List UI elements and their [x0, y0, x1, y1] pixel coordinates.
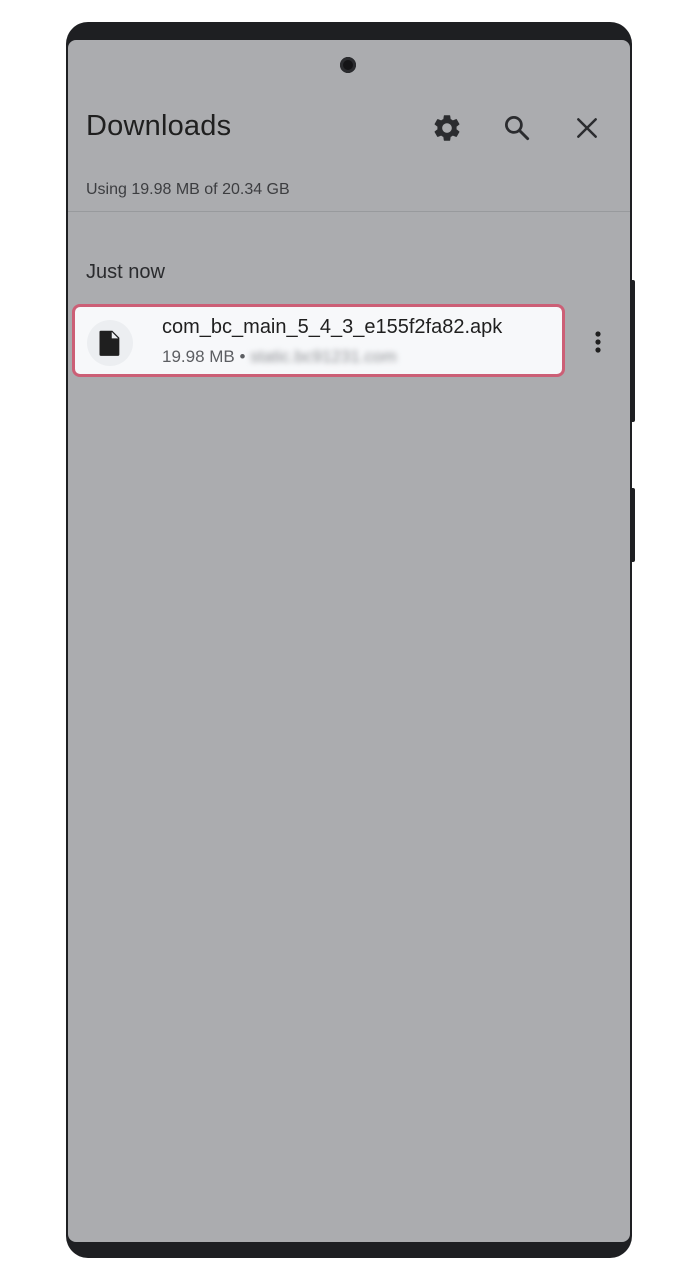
settings-button[interactable]	[429, 110, 465, 146]
file-meta: 19.98 MB • static.bc91231.com	[162, 347, 397, 367]
storage-usage-text: Using 19.98 MB of 20.34 GB	[86, 181, 290, 198]
section-label-just-now: Just now	[86, 261, 165, 283]
more-vert-icon	[595, 331, 601, 353]
phone-side-button-power	[630, 488, 635, 562]
file-name: com_bc_main_5_4_3_e155f2fa82.apk	[162, 316, 503, 338]
download-item[interactable]: com_bc_main_5_4_3_e155f2fa82.apk 19.98 M…	[72, 304, 565, 377]
header-divider	[68, 211, 630, 212]
gear-icon	[434, 115, 460, 141]
file-icon-container	[87, 320, 133, 366]
file-size: 19.98 MB	[162, 347, 235, 366]
file-icon	[99, 330, 120, 356]
more-options-button[interactable]	[582, 324, 614, 360]
meta-separator: •	[234, 347, 251, 366]
search-icon	[505, 116, 530, 141]
front-camera	[340, 57, 356, 73]
file-source-url: static.bc91231.com	[250, 347, 397, 366]
page-title: Downloads	[86, 110, 232, 142]
close-button[interactable]	[569, 110, 605, 146]
downloads-screen: Downloads Using 19.98 MB of 20.34 GB Jus…	[68, 40, 630, 1242]
search-button[interactable]	[499, 110, 535, 146]
phone-side-button-volume	[630, 280, 635, 422]
close-icon	[577, 118, 597, 138]
